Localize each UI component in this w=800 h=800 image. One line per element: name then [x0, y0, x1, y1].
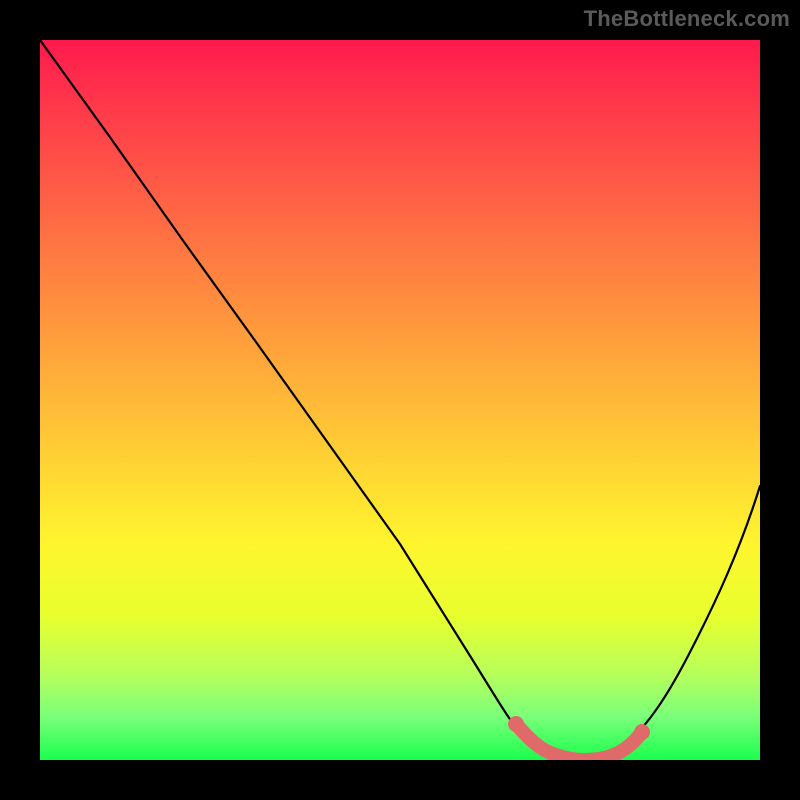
bottleneck-chart	[40, 40, 760, 760]
optimal-range-highlight	[516, 724, 642, 760]
optimal-range-start-dot	[508, 716, 524, 732]
optimal-range-end-dot	[634, 724, 650, 740]
bottleneck-curve-line	[40, 40, 760, 760]
watermark-text: TheBottleneck.com	[584, 6, 790, 32]
chart-gradient-frame	[40, 40, 760, 760]
